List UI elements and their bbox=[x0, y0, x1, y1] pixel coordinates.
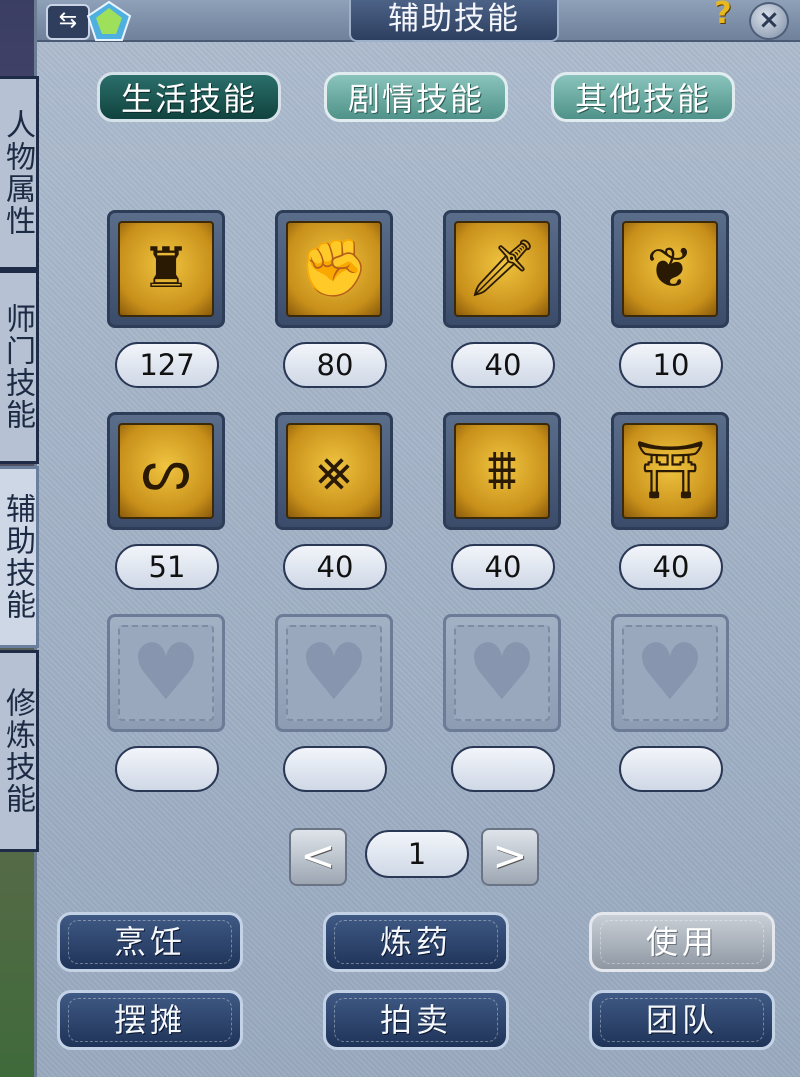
pavilion-icon: ⛩ bbox=[634, 438, 706, 503]
alchemy-button[interactable]: 炼药 bbox=[323, 912, 509, 972]
auction-button[interactable]: 拍卖 bbox=[323, 990, 509, 1050]
skill-icon-frame: ♥ bbox=[622, 625, 718, 721]
skill-level: 51 bbox=[115, 544, 219, 590]
side-tab-cultivation-skills[interactable]: 修炼技能 bbox=[0, 650, 39, 852]
skill-icon-frame: ♥ bbox=[454, 625, 550, 721]
stall-button[interactable]: 摆摊 bbox=[57, 990, 243, 1050]
close-icon[interactable]: × bbox=[749, 2, 789, 40]
heart-icon: ♥ bbox=[131, 628, 201, 718]
skill-icon-frame: ❦ bbox=[622, 221, 718, 317]
skills-panel: 辅助技能 ? × 生活技能 剧情技能 其他技能 ♜ 127 ✊ 80 🗡 40 ❦ 10 ᔕ 51… bbox=[34, 0, 800, 1077]
skill-slot[interactable]: ⨳ bbox=[275, 412, 393, 530]
skill-slot[interactable]: ♥ bbox=[107, 614, 225, 732]
skill-icon-frame: ♜ bbox=[118, 221, 214, 317]
heart-icon: ♥ bbox=[299, 628, 369, 718]
skill-level bbox=[115, 746, 219, 792]
next-page-button[interactable]: > bbox=[481, 828, 539, 886]
skill-icon-frame: 🗡 bbox=[454, 221, 550, 317]
gem-icon bbox=[86, 0, 132, 41]
skill-slot[interactable]: ♥ bbox=[275, 614, 393, 732]
skill-icon-frame: ⨳ bbox=[286, 423, 382, 519]
skill-level bbox=[451, 746, 555, 792]
page-number: 1 bbox=[365, 830, 469, 878]
skill-icon-frame: ✊ bbox=[286, 221, 382, 317]
skill-slot[interactable]: ❦ bbox=[611, 210, 729, 328]
gate-icon: ⩩ bbox=[487, 438, 517, 503]
fist-icon: ✊ bbox=[299, 236, 369, 301]
tab-other-skills[interactable]: 其他技能 bbox=[551, 72, 735, 122]
skill-slot[interactable]: ✊ bbox=[275, 210, 393, 328]
skill-slot[interactable]: ♥ bbox=[443, 614, 561, 732]
side-tab-assist-skills[interactable]: 辅助技能 bbox=[0, 466, 39, 648]
skill-level: 80 bbox=[283, 342, 387, 388]
skill-icon-frame: ♥ bbox=[118, 625, 214, 721]
spiral-icon: ᔕ bbox=[141, 438, 191, 503]
crown-fist-icon: ♜ bbox=[140, 236, 192, 301]
skill-level: 10 bbox=[619, 342, 723, 388]
window-title: 辅助技能 bbox=[349, 0, 559, 42]
skill-slot[interactable]: 🗡 bbox=[443, 210, 561, 328]
skill-level: 40 bbox=[451, 342, 555, 388]
tab-life-skills[interactable]: 生活技能 bbox=[97, 72, 281, 122]
skill-level: 127 bbox=[115, 342, 219, 388]
skill-icon-frame: ⛩ bbox=[622, 423, 718, 519]
skill-slot[interactable]: ⩩ bbox=[443, 412, 561, 530]
skill-level bbox=[283, 746, 387, 792]
tab-story-skills[interactable]: 剧情技能 bbox=[324, 72, 508, 122]
skill-icon-frame: ⩩ bbox=[454, 423, 550, 519]
skill-level: 40 bbox=[451, 544, 555, 590]
skill-slot[interactable]: ♥ bbox=[611, 614, 729, 732]
skill-slot[interactable]: ᔕ bbox=[107, 412, 225, 530]
heart-icon: ♥ bbox=[635, 628, 705, 718]
dagger-icon: 🗡 bbox=[466, 236, 538, 301]
skill-icon-frame: ᔕ bbox=[118, 423, 214, 519]
side-tab-school-skills[interactable]: 师门技能 bbox=[0, 270, 39, 464]
skill-level: 40 bbox=[619, 544, 723, 590]
side-tab-attributes[interactable]: 人物属性 bbox=[0, 76, 39, 270]
help-icon[interactable]: ? bbox=[709, 0, 737, 30]
skill-slot[interactable]: ⛩ bbox=[611, 412, 729, 530]
skill-icon-frame: ♥ bbox=[286, 625, 382, 721]
sprout-icon: ❦ bbox=[646, 236, 694, 301]
weave-icon: ⨳ bbox=[316, 438, 352, 503]
skill-level bbox=[619, 746, 723, 792]
use-button[interactable]: 使用 bbox=[589, 912, 775, 972]
team-button[interactable]: 团队 bbox=[589, 990, 775, 1050]
heart-icon: ♥ bbox=[467, 628, 537, 718]
prev-page-button[interactable]: < bbox=[289, 828, 347, 886]
skill-slot[interactable]: ♜ bbox=[107, 210, 225, 328]
skill-level: 40 bbox=[283, 544, 387, 590]
cook-button[interactable]: 烹饪 bbox=[57, 912, 243, 972]
